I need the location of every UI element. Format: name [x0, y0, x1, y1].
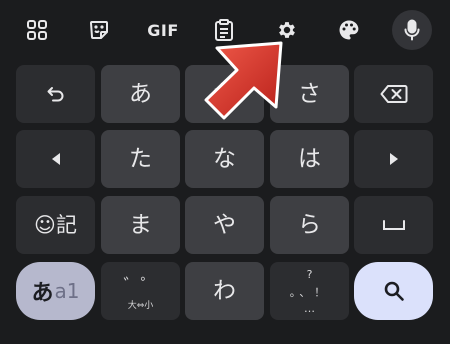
- key-ka-row[interactable]: か: [185, 65, 264, 123]
- cursor-left-icon: [51, 153, 60, 165]
- key-a-row[interactable]: あ: [101, 65, 180, 123]
- voice-input-button[interactable]: [392, 10, 432, 50]
- sticker-button[interactable]: [79, 10, 119, 50]
- key-wa-row[interactable]: わ: [185, 262, 264, 320]
- apps-grid-icon: [27, 20, 47, 40]
- key-label: ま: [129, 211, 152, 238]
- mode-label-kana: あ: [31, 281, 54, 306]
- symbols-emoji-key[interactable]: ☺記: [16, 196, 95, 254]
- key-label: か: [213, 80, 236, 107]
- key-label: ら: [298, 211, 321, 238]
- key-label: な: [213, 145, 236, 172]
- dakuten-sub-label: 大⇔小: [127, 301, 154, 311]
- keyboard-toolbar: GIF: [0, 0, 450, 62]
- punctuation-key[interactable]: ? 。、！ …: [270, 262, 349, 320]
- gif-label: GIF: [147, 20, 179, 40]
- key-label: さ: [298, 80, 321, 107]
- gear-icon: [279, 22, 295, 38]
- key-na-row[interactable]: な: [185, 130, 264, 188]
- key-ma-row[interactable]: ま: [101, 196, 180, 254]
- key-label: た: [129, 145, 152, 172]
- palette-icon: [339, 20, 359, 40]
- cursor-right-key[interactable]: [354, 130, 433, 188]
- sticker-icon: [90, 21, 108, 39]
- clipboard-button[interactable]: [204, 10, 244, 50]
- microphone-icon: [404, 19, 420, 41]
- punct-bottom: …: [304, 302, 315, 315]
- search-icon: [384, 281, 404, 301]
- gif-button[interactable]: GIF: [141, 10, 185, 50]
- cursor-left-key[interactable]: [16, 130, 95, 188]
- key-label: や: [213, 211, 236, 238]
- backspace-icon: [380, 85, 407, 103]
- space-icon: [382, 220, 405, 230]
- undo-icon: [47, 87, 63, 102]
- key-label: わ: [213, 277, 236, 304]
- settings-button[interactable]: [267, 10, 307, 50]
- search-key[interactable]: [354, 262, 433, 320]
- input-mode-toggle-key[interactable]: あ a1: [16, 262, 95, 320]
- key-label: ☺記: [34, 212, 77, 237]
- key-ya-row[interactable]: や: [185, 196, 264, 254]
- dakuten-marks: ゛゜: [123, 276, 158, 296]
- punct-top: ?: [306, 268, 313, 281]
- key-sa-row[interactable]: さ: [270, 65, 349, 123]
- key-ha-row[interactable]: は: [270, 130, 349, 188]
- apps-grid-button[interactable]: [17, 10, 57, 50]
- key-ra-row[interactable]: ら: [270, 196, 349, 254]
- key-label: は: [298, 145, 321, 172]
- mode-label-alnum: a1: [54, 279, 80, 303]
- key-label: あ: [129, 80, 152, 107]
- punct-mid: 。、！: [289, 286, 330, 299]
- theme-button[interactable]: [329, 10, 369, 50]
- clipboard-icon: [215, 19, 233, 41]
- space-key[interactable]: [354, 196, 433, 254]
- dakuten-key[interactable]: ゛゜ 大⇔小: [101, 262, 180, 320]
- backspace-key[interactable]: [354, 65, 433, 123]
- key-ta-row[interactable]: た: [101, 130, 180, 188]
- undo-key[interactable]: [16, 65, 95, 123]
- cursor-right-icon: [389, 153, 398, 165]
